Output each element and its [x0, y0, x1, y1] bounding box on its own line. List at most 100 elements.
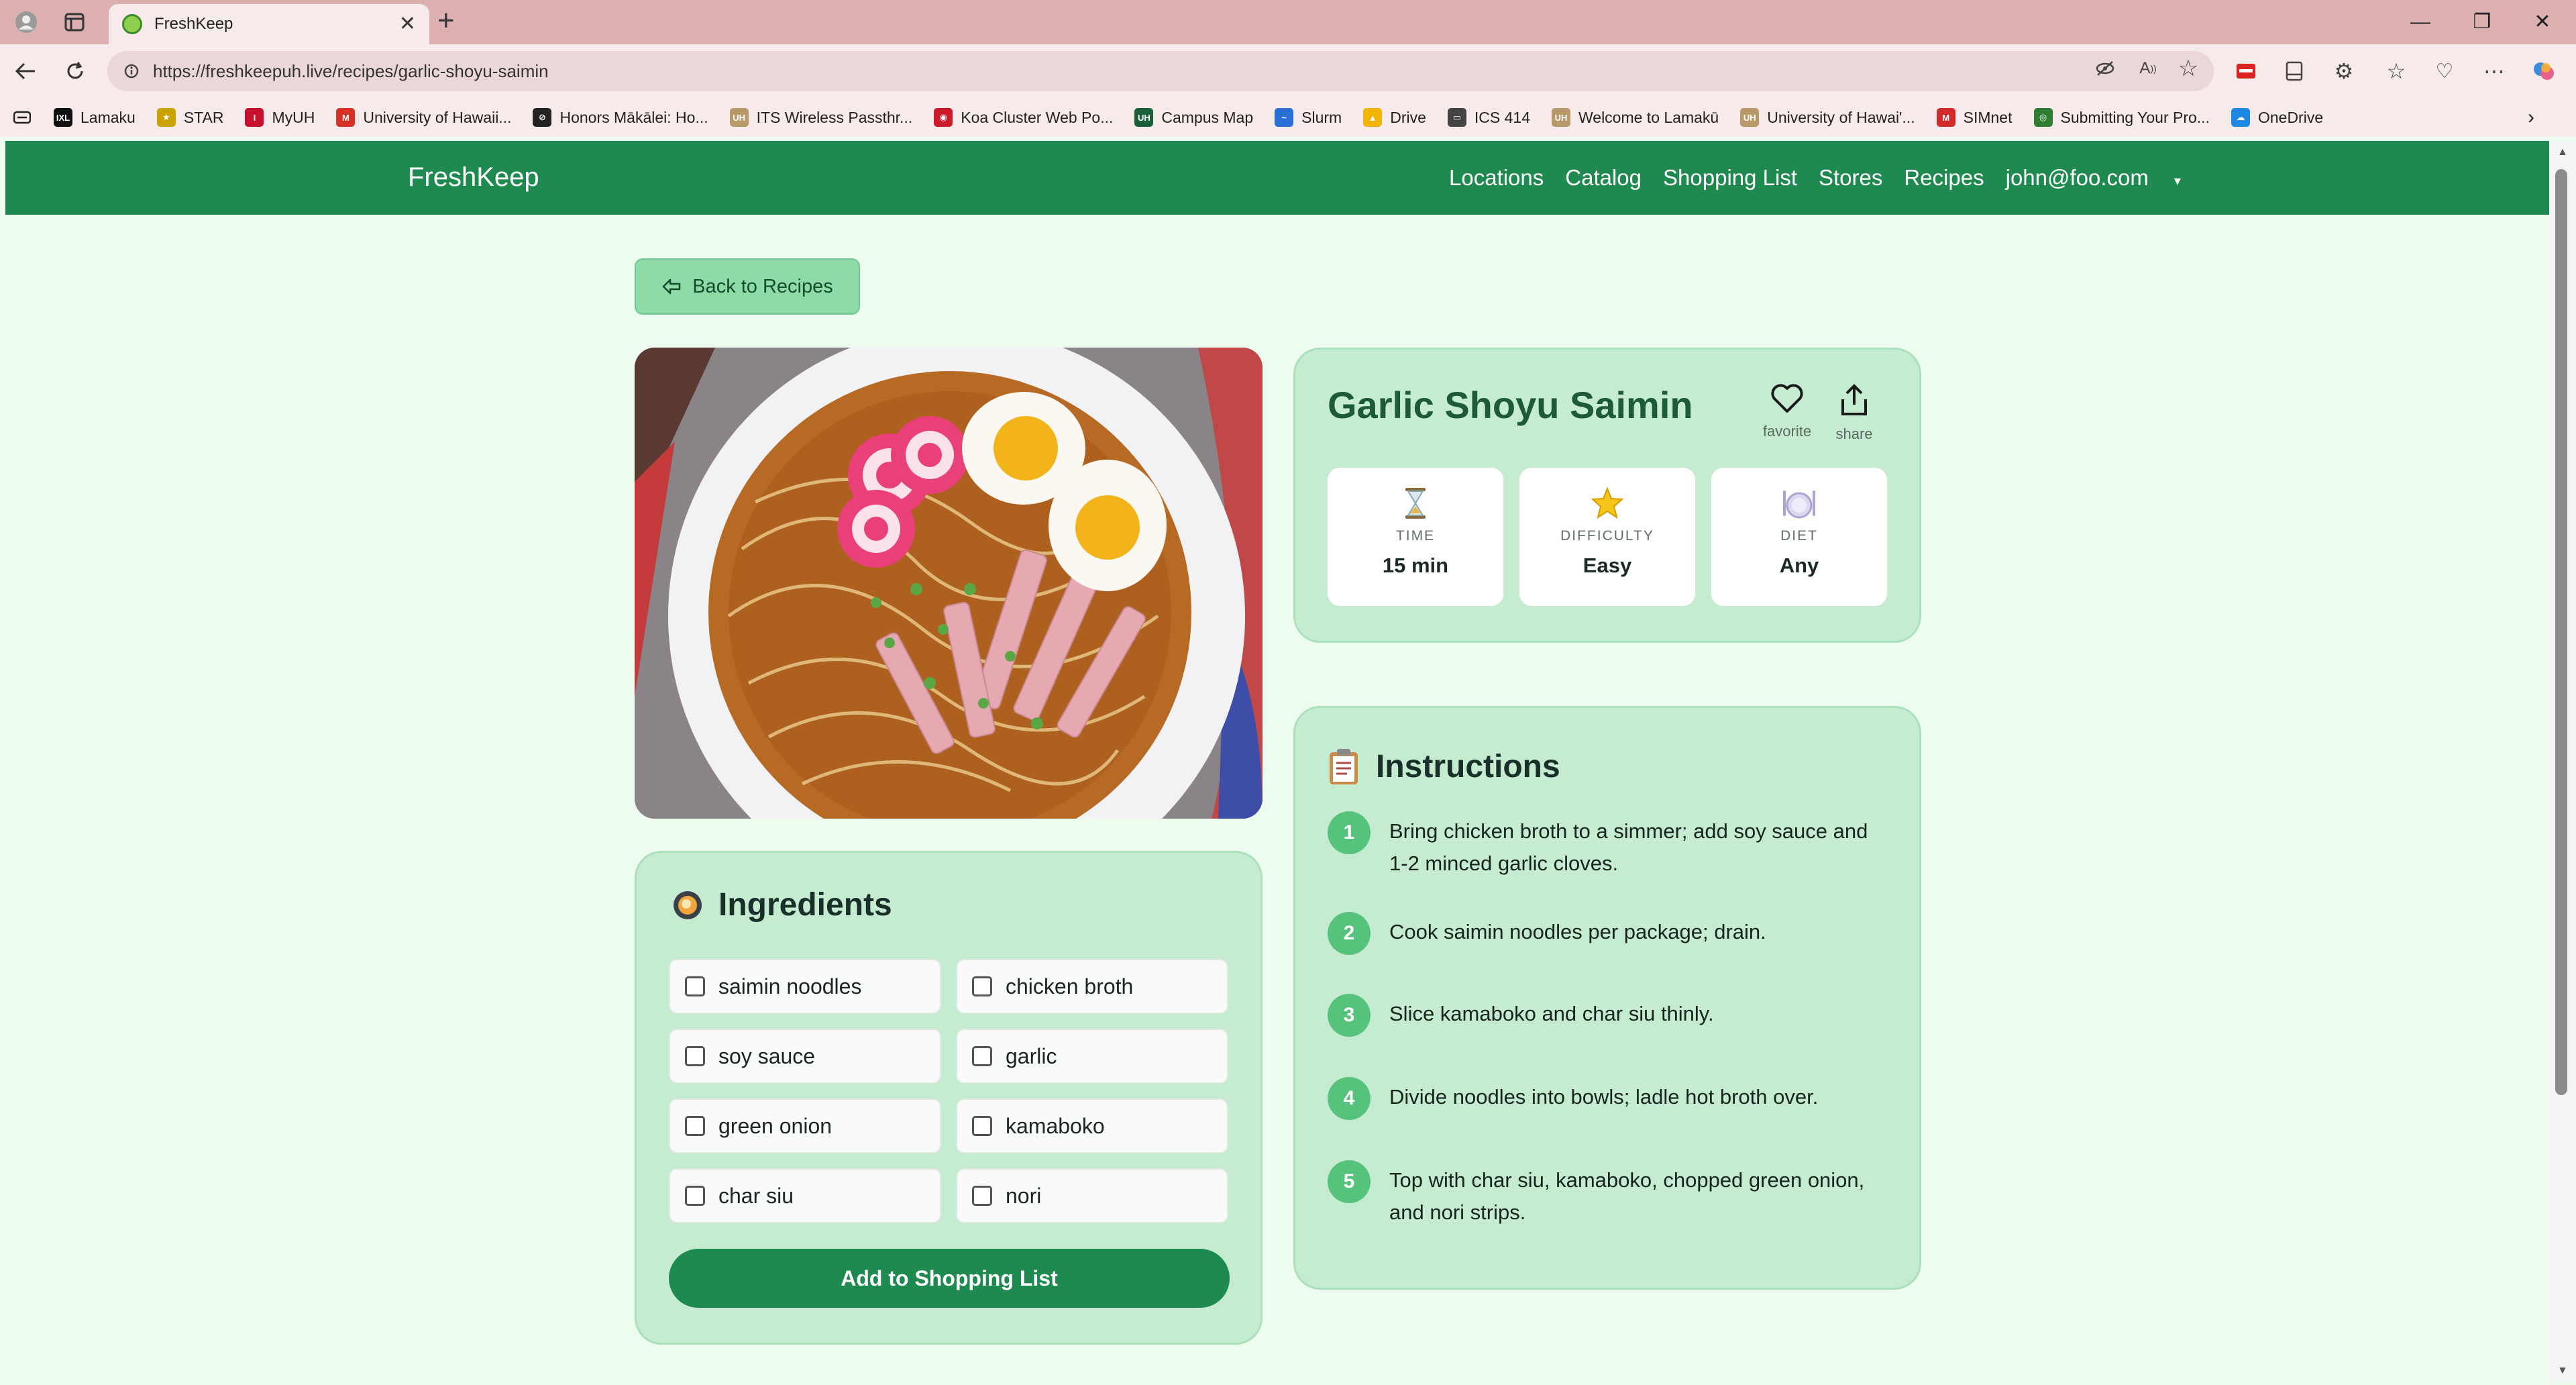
extensions-puzzle-icon[interactable]: ⚙ — [2329, 56, 2359, 86]
extension-red-icon[interactable] — [2231, 56, 2261, 86]
ingredient-checkbox[interactable] — [685, 1046, 705, 1066]
favorites-list-icon[interactable]: ☆ — [2381, 56, 2411, 86]
restore-icon[interactable]: ❐ — [2462, 5, 2502, 39]
back-button-label: Back to Recipes — [692, 275, 833, 297]
reading-view-icon[interactable] — [2279, 56, 2309, 86]
ingredient-item[interactable]: saimin noodles — [669, 959, 941, 1014]
bookmark-item[interactable]: ☁ OneDrive — [2231, 108, 2323, 127]
bookmark-favicon-icon: ◉ — [934, 108, 953, 127]
ingredient-item[interactable]: green onion — [669, 1098, 941, 1153]
back-arrow-icon[interactable] — [9, 55, 42, 87]
ingredient-checkbox[interactable] — [972, 1116, 992, 1136]
bookmark-item[interactable]: ▲ Drive — [1363, 108, 1426, 127]
step-number-badge: 5 — [1328, 1160, 1371, 1203]
bookmarks-list: IXL Lamaku ★ STAR I MyUH M University of Hawaii… — [54, 108, 2345, 127]
favorite-star-icon[interactable]: ☆ — [2174, 54, 2203, 83]
tab-close-icon[interactable]: ✕ — [399, 14, 416, 34]
url-text[interactable]: https://freshkeepuh.live/recipes/garlic-… — [153, 61, 549, 82]
ingredient-checkbox[interactable] — [972, 1186, 992, 1206]
new-tab-icon[interactable]: + — [437, 5, 455, 36]
bookmark-item[interactable]: ▭ ICS 414 — [1447, 108, 1530, 127]
bookmark-favicon-icon: ▭ — [1447, 108, 1466, 127]
bookmark-item[interactable]: ◉ Koa Cluster Web Po... — [934, 108, 1113, 127]
user-dropdown[interactable]: john@foo.com ▾ — [2006, 165, 2202, 191]
bookmark-item[interactable]: UH Welcome to Lamakū — [1551, 108, 1719, 127]
page-scrollbar[interactable]: ▲ ▼ — [2549, 141, 2576, 1381]
bookmark-favicon-icon: UH — [729, 108, 749, 127]
scroll-up-icon[interactable]: ▲ — [2557, 146, 2568, 158]
nav-link-stores[interactable]: Stores — [1819, 165, 1882, 191]
ingredient-item[interactable]: soy sauce — [669, 1029, 941, 1084]
profile-icon[interactable] — [11, 7, 42, 38]
bookmark-item[interactable]: UH Campus Map — [1134, 108, 1253, 127]
bookmark-favicon-icon: IXL — [54, 108, 72, 127]
bookmark-item[interactable]: ⊘ Honors Mākālei: Ho... — [533, 108, 708, 127]
bookmarks-folder-icon[interactable] — [13, 110, 31, 125]
bookmark-label: Honors Mākālei: Ho... — [559, 108, 708, 126]
bookmark-favicon-icon: ☁ — [2231, 108, 2250, 127]
nav-link-locations[interactable]: Locations — [1449, 165, 1544, 191]
nav-link-shopping-list[interactable]: Shopping List — [1663, 165, 1797, 191]
scroll-down-icon[interactable]: ▼ — [2557, 1365, 2568, 1377]
brand-logo-text[interactable]: FreshKeep — [408, 162, 539, 193]
add-to-shopping-list-button[interactable]: Add to Shopping List — [669, 1249, 1230, 1308]
tab-actions-icon[interactable] — [59, 7, 90, 38]
bookmark-item[interactable]: ◎ Submitting Your Pro... — [2033, 108, 2210, 127]
cooking-pot-icon — [674, 890, 702, 919]
scrollbar-thumb[interactable] — [2555, 169, 2567, 1095]
address-bar[interactable]: https://freshkeepuh.live/recipes/garlic-… — [107, 51, 2214, 91]
nav-link-recipes[interactable]: Recipes — [1904, 165, 1984, 191]
ingredient-item[interactable]: char siu — [669, 1168, 941, 1223]
instruction-step: 4 Divide noodles into bowls; ladle hot br… — [1328, 1077, 1891, 1120]
ingredient-item[interactable]: nori — [956, 1168, 1228, 1223]
web-page: FreshKeep Locations Catalog Shopping Lis… — [5, 141, 2549, 1381]
ingredient-item[interactable]: kamaboko — [956, 1098, 1228, 1153]
bookmark-favicon-icon: UH — [1551, 108, 1570, 127]
bookmark-item[interactable]: ★ STAR — [156, 108, 223, 127]
instructions-heading: Instructions — [1328, 747, 1560, 786]
bookmark-item[interactable]: IXL Lamaku — [54, 108, 136, 127]
read-aloud-icon[interactable]: A)) — [2133, 54, 2163, 83]
ingredient-item[interactable]: chicken broth — [956, 959, 1228, 1014]
ingredient-checkbox[interactable] — [685, 1186, 705, 1206]
bookmark-item[interactable]: M University of Hawaii... — [336, 108, 511, 127]
favorite-button[interactable]: favorite — [1757, 383, 1817, 440]
ingredient-checkbox[interactable] — [972, 1046, 992, 1066]
minimize-icon[interactable]: — — [2400, 5, 2440, 39]
ingredient-label: green onion — [718, 1113, 833, 1138]
bookmark-item[interactable]: I MyUH — [245, 108, 315, 127]
stat-time: TIME 15 min — [1328, 468, 1503, 606]
bookmark-label: Lamaku — [80, 108, 136, 126]
browser-essentials-icon[interactable]: ♡ — [2430, 56, 2459, 86]
ingredient-item[interactable]: garlic — [956, 1029, 1228, 1084]
ingredients-card: Ingredients saimin noodles chicken broth s… — [635, 851, 1263, 1345]
ingredient-checkbox[interactable] — [972, 976, 992, 996]
reload-icon[interactable] — [59, 55, 91, 87]
tracking-prevention-icon[interactable] — [2090, 54, 2120, 83]
recipe-info-card: Garlic Shoyu Saimin favorite share TIME … — [1293, 348, 1921, 643]
bookmark-item[interactable]: ~ Slurm — [1275, 108, 1342, 127]
bookmark-label: SIMnet — [1963, 108, 2012, 126]
window-close-icon[interactable]: ✕ — [2522, 5, 2563, 39]
nav-link-catalog[interactable]: Catalog — [1565, 165, 1642, 191]
bookmark-item[interactable]: UH University of Hawai'... — [1740, 108, 1915, 127]
step-text: Top with char siu, kamaboko, chopped gre… — [1389, 1168, 1865, 1224]
stat-time-label: TIME — [1395, 528, 1436, 544]
back-to-recipes-button[interactable]: Back to Recipes — [635, 258, 860, 315]
step-number-badge: 4 — [1328, 1077, 1371, 1120]
more-bookmarks-chevron-icon[interactable]: › — [2528, 106, 2534, 129]
step-number-badge: 2 — [1328, 912, 1371, 955]
step-text: Slice kamaboko and char siu thinly. — [1389, 1002, 1714, 1025]
share-button[interactable]: share — [1824, 383, 1884, 443]
browser-tab-active[interactable]: FreshKeep ✕ — [109, 4, 429, 44]
bookmark-item[interactable]: M SIMnet — [1936, 108, 2012, 127]
ingredient-checkbox[interactable] — [685, 1116, 705, 1136]
ingredient-label: char siu — [718, 1183, 794, 1208]
bookmark-favicon-icon: ◎ — [2033, 108, 2053, 127]
more-menu-icon[interactable]: ⋯ — [2479, 56, 2509, 86]
site-info-icon[interactable] — [123, 62, 140, 81]
star-icon — [1519, 486, 1695, 520]
copilot-icon[interactable] — [2529, 56, 2559, 86]
bookmark-item[interactable]: UH ITS Wireless Passthr... — [729, 108, 912, 127]
ingredient-checkbox[interactable] — [685, 976, 705, 996]
